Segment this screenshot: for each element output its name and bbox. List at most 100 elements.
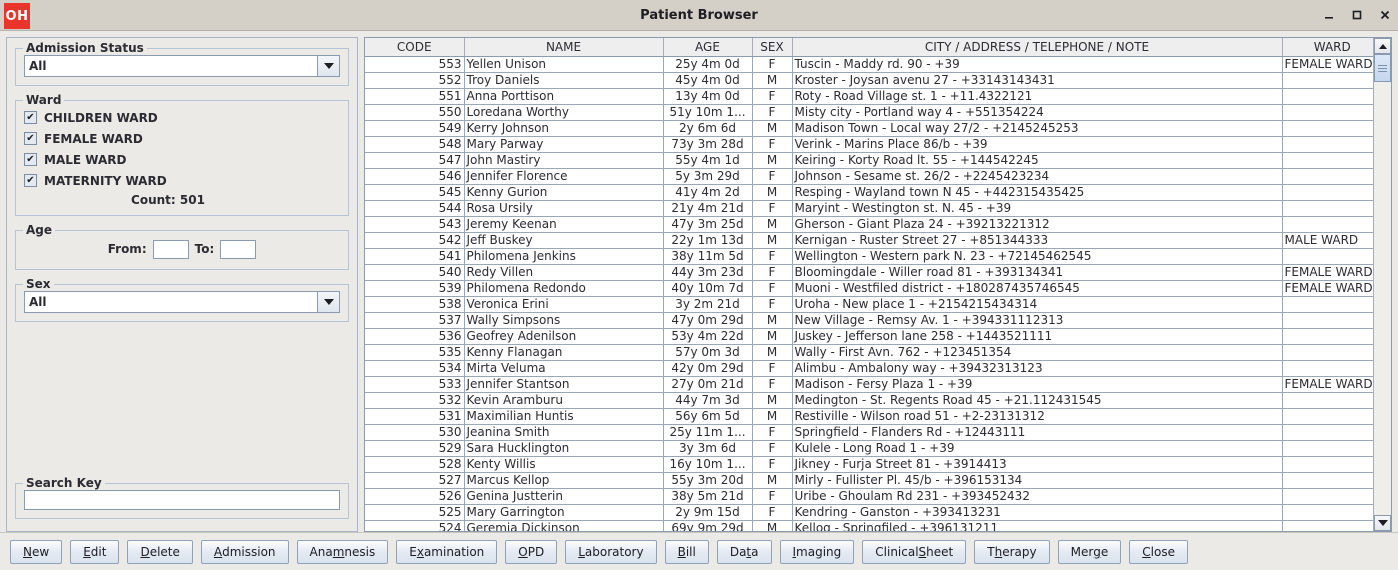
table-row[interactable]: 544 Rosa Ursily 21y 4m 21d F Maryint - Westi… xyxy=(365,200,1373,217)
cell-code: 540 xyxy=(365,264,465,281)
checkbox-checked-icon[interactable]: ✔ xyxy=(24,153,37,166)
cell-sex: M xyxy=(752,120,793,137)
table-row[interactable]: 529 Sara Hucklington 3y 3m 6d F Kulele - Lon… xyxy=(365,440,1373,457)
table-row[interactable]: 535 Kenny Flanagan 57y 0m 3d M Wally - First… xyxy=(365,344,1373,361)
ward-label-children: CHILDREN WARD xyxy=(44,110,158,125)
scrollbar-track[interactable] xyxy=(1374,54,1391,515)
examination-button[interactable]: Ex amination xyxy=(396,539,498,564)
cell-ward xyxy=(1282,248,1373,265)
table-row[interactable]: 553 Yellen Unison 25y 4m 0d F Tuscin - Maddy… xyxy=(365,56,1373,73)
table-row[interactable]: 548 Mary Parway 73y 3m 28d F Verink - Marins… xyxy=(365,136,1373,153)
table-row[interactable]: 550 Loredana Worthy 51y 10m 1... F Misty cit… xyxy=(365,104,1373,121)
laboratory-button[interactable]: Laboratory xyxy=(565,539,657,564)
anamnesis-button[interactable]: Ana m nesis xyxy=(296,539,389,564)
column-header-name[interactable]: NAME xyxy=(464,38,664,57)
table-row[interactable]: 527 Marcus Kellop 55y 3m 20d M Mirly - Fulli… xyxy=(365,472,1373,489)
bill-button[interactable]: Bill xyxy=(664,539,709,564)
table-row[interactable]: 524 Geremia Dickinson 69y 9m 29d M Kellog - … xyxy=(365,520,1373,531)
vertical-scrollbar[interactable] xyxy=(1373,38,1391,531)
cell-sex: M xyxy=(752,152,793,169)
checkbox-checked-icon[interactable]: ✔ xyxy=(24,111,37,124)
cell-sex: M xyxy=(752,408,793,425)
column-header-code[interactable]: CODE xyxy=(365,38,465,57)
cell-code: 551 xyxy=(365,88,465,105)
table-row[interactable]: 531 Maximilian Huntis 56y 6m 5d M Restiville… xyxy=(365,408,1373,425)
table-row[interactable]: 543 Jeremy Keenan 47y 3m 25d M Gherson - Gia… xyxy=(365,216,1373,233)
age-to-input[interactable] xyxy=(220,239,257,259)
cell-sex: F xyxy=(752,440,793,457)
therapy-button[interactable]: Th erapy xyxy=(974,539,1050,564)
table-row[interactable]: 530 Jeanina Smith 25y 11m 1... F Springfield… xyxy=(365,424,1373,441)
delete-button[interactable]: Delete xyxy=(127,539,193,564)
close-button[interactable]: Close xyxy=(1129,539,1188,564)
close-icon[interactable] xyxy=(1378,8,1392,22)
table-row[interactable]: 534 Mirta Veluma 42y 0m 29d F Alimbu - Ambal… xyxy=(365,360,1373,377)
cell-name: John Mastiry xyxy=(464,152,664,169)
admission-button[interactable]: Admission xyxy=(200,539,289,564)
column-header-ward[interactable]: WARD xyxy=(1282,38,1373,57)
cell-sex: M xyxy=(752,328,793,345)
scroll-down-button[interactable] xyxy=(1374,515,1391,531)
scroll-up-button[interactable] xyxy=(1374,38,1391,54)
maximize-icon[interactable] xyxy=(1350,8,1364,22)
new-button[interactable]: New xyxy=(10,539,63,564)
cell-sex: F xyxy=(752,376,793,393)
search-input[interactable] xyxy=(24,490,340,510)
cell-age: 25y 11m 1... xyxy=(663,424,753,441)
column-header-sex[interactable]: SEX xyxy=(752,38,793,57)
table-row[interactable]: 539 Philomena Redondo 40y 10m 7d F Muoni - W… xyxy=(365,280,1373,297)
cell-code: 533 xyxy=(365,376,465,393)
cell-sex: M xyxy=(752,520,793,531)
table-row[interactable]: 541 Philomena Jenkins 38y 11m 5d F Wellingto… xyxy=(365,248,1373,265)
merge-button[interactable]: Mer g e xyxy=(1057,539,1122,564)
ward-checkbox-male[interactable]: ✔ MALE WARD xyxy=(24,149,340,170)
checkbox-checked-icon[interactable]: ✔ xyxy=(24,132,37,145)
table-row[interactable]: 549 Kerry Johnson 2y 6m 6d M Madison Town - … xyxy=(365,120,1373,137)
cell-sex: M xyxy=(752,232,793,249)
sex-select[interactable]: All xyxy=(24,291,340,313)
table-row[interactable]: 525 Mary Garrington 2y 9m 15d F Kendring - G… xyxy=(365,504,1373,521)
table-row[interactable]: 533 Jennifer Stantson 27y 0m 21d F Madison -… xyxy=(365,376,1373,393)
cell-ward xyxy=(1282,440,1373,457)
table-row[interactable]: 542 Jeff Buskey 22y 1m 13d M Kernigan - Rust… xyxy=(365,232,1373,249)
cell-ward xyxy=(1282,72,1373,89)
scrollbar-thumb[interactable] xyxy=(1374,54,1391,82)
table-row[interactable]: 547 John Mastiry 55y 4m 1d M Keiring - Korty… xyxy=(365,152,1373,169)
cell-ward xyxy=(1282,200,1373,217)
cell-city: Kellog - Springfiled - +396131211 xyxy=(792,520,1283,531)
table-row[interactable]: 552 Troy Daniels 45y 4m 0d M Kroster - Joysa… xyxy=(365,72,1373,89)
clinical-sheet-button[interactable]: Clinical Sheet xyxy=(862,539,967,564)
cell-code: 529 xyxy=(365,440,465,457)
table-row[interactable]: 546 Jennifer Florence 5y 3m 29d F Johnson - … xyxy=(365,168,1373,185)
imaging-button[interactable]: Imaging xyxy=(779,539,855,564)
ward-checkbox-female[interactable]: ✔ FEMALE WARD xyxy=(24,128,340,149)
chevron-down-icon[interactable] xyxy=(317,56,339,76)
chevron-down-icon[interactable] xyxy=(317,292,339,312)
table-row[interactable]: 532 Kevin Aramburu 44y 7m 3d M Medington - S… xyxy=(365,392,1373,409)
minimize-icon[interactable] xyxy=(1322,8,1336,22)
ward-checkbox-children[interactable]: ✔ CHILDREN WARD xyxy=(24,107,340,128)
age-from-input[interactable] xyxy=(152,239,189,259)
ward-checkbox-maternity[interactable]: ✔ MATERNITY WARD xyxy=(24,170,340,191)
admission-status-select[interactable]: All xyxy=(24,55,340,77)
cell-city: Wally - First Avn. 762 - +123451354 xyxy=(792,344,1283,361)
cell-code: 524 xyxy=(365,520,465,531)
table-row[interactable]: 536 Geofrey Adenilson 53y 4m 22d M Juskey - … xyxy=(365,328,1373,345)
checkbox-checked-icon[interactable]: ✔ xyxy=(24,174,37,187)
table-row[interactable]: 540 Redy Villen 44y 3m 23d F Bloomingdale - … xyxy=(365,264,1373,281)
cell-sex: F xyxy=(752,168,793,185)
table-row[interactable]: 526 Genina Justterin 38y 5m 21d F Uribe - Gh… xyxy=(365,488,1373,505)
column-header-city[interactable]: CITY / ADDRESS / TELEPHONE / NOTE xyxy=(792,38,1283,57)
admission-status-title: Admission Status xyxy=(23,41,147,55)
table-row[interactable]: 538 Veronica Erini 3y 2m 21d F Uroha - New p… xyxy=(365,296,1373,313)
edit-button[interactable]: Edit xyxy=(70,539,120,564)
table-row[interactable]: 545 Kenny Gurion 41y 4m 2d M Resping - Wayla… xyxy=(365,184,1373,201)
opd-button[interactable]: O PD xyxy=(505,539,558,564)
table-row[interactable]: 528 Kenty Willis 16y 10m 1... F Jikney - Fur… xyxy=(365,456,1373,473)
data-button[interactable]: Da t a xyxy=(716,539,772,564)
table-row[interactable]: 537 Wally Simpsons 47y 0m 29d M New Village … xyxy=(365,312,1373,329)
cell-sex: F xyxy=(752,56,793,73)
cell-name: Kerry Johnson xyxy=(464,120,664,137)
column-header-age[interactable]: AGE xyxy=(663,38,753,57)
table-row[interactable]: 551 Anna Porttison 13y 4m 0d F Roty - Road V… xyxy=(365,88,1373,105)
